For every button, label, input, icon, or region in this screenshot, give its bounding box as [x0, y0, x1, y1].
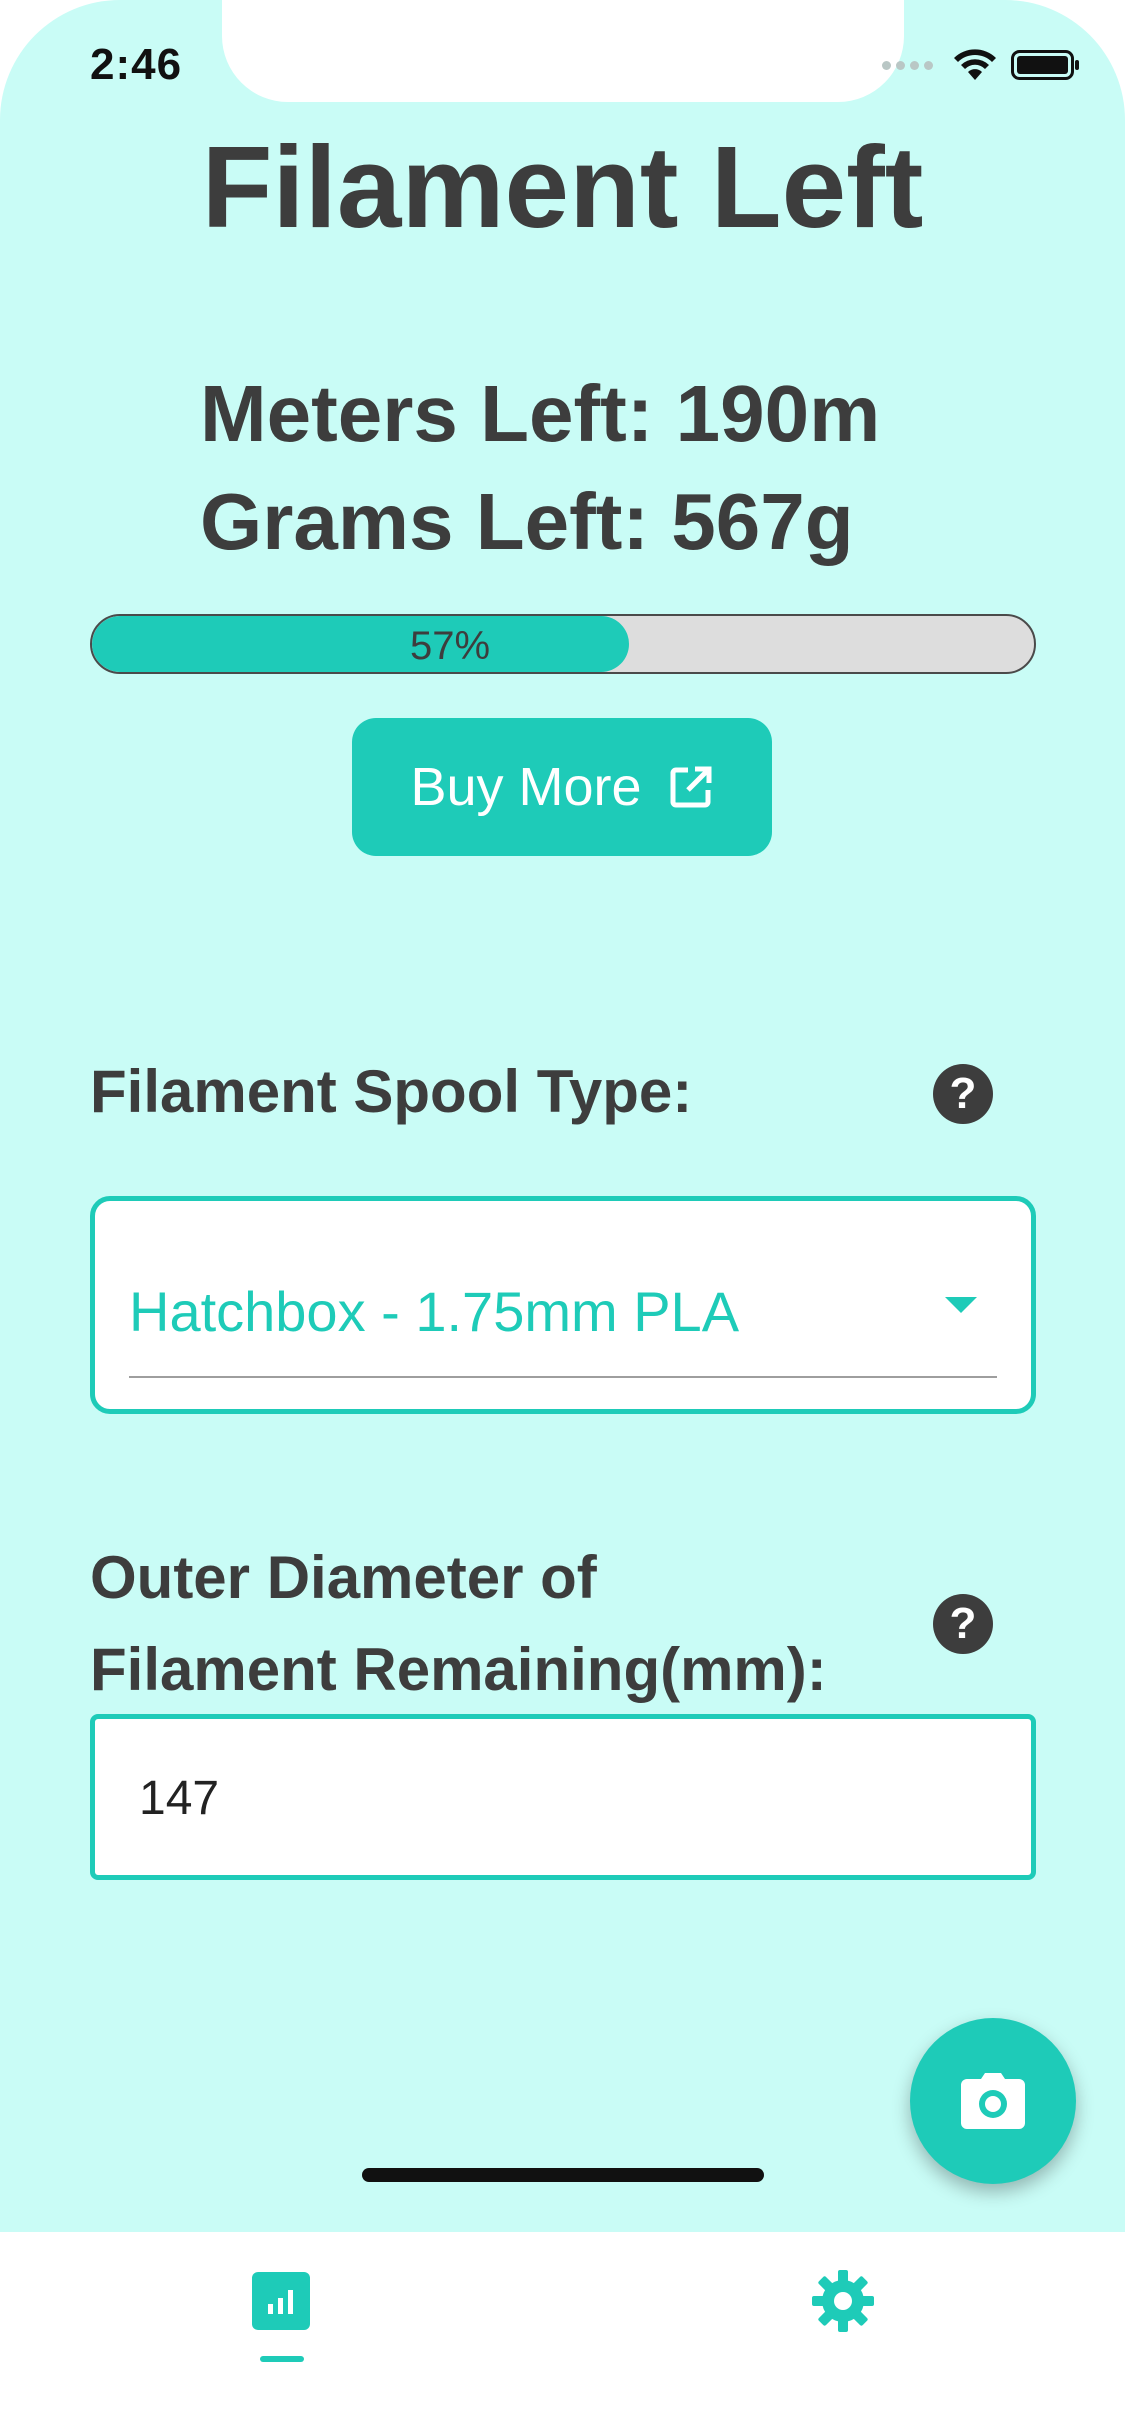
spool-type-select[interactable]: Hatchbox - 1.75mm PLA	[90, 1196, 1036, 1414]
outer-diameter-input[interactable]: 147	[90, 1714, 1036, 1880]
meters-left-text: Meters Left: 190m	[200, 369, 881, 458]
outer-diameter-value: 147	[139, 1772, 220, 1825]
buy-more-button[interactable]: Buy More	[352, 718, 772, 856]
status-time: 2:46	[90, 40, 183, 89]
external-link-icon	[670, 766, 712, 808]
filament-progress-bar: 57%	[90, 614, 1036, 674]
active-tab-indicator	[260, 2356, 304, 2362]
outer-diameter-label-line1: Outer Diameter of	[90, 1544, 597, 1611]
dropdown-arrow-icon	[945, 1297, 977, 1313]
status-icons	[882, 48, 1081, 82]
page-title: Filament Left	[201, 122, 924, 252]
device-notch	[222, 0, 904, 102]
grams-left-text: Grams Left: 567g	[200, 477, 854, 566]
buy-more-label: Buy More	[410, 757, 642, 817]
progress-fill	[92, 616, 629, 672]
camera-icon	[961, 2073, 1025, 2129]
home-indicator	[362, 2168, 764, 2182]
progress-percent-text: 57%	[410, 624, 491, 668]
outer-diameter-help-icon[interactable]: ?	[933, 1594, 993, 1654]
cellular-signal-icon	[882, 60, 933, 70]
spool-type-label: Filament Spool Type:	[90, 1058, 693, 1125]
outer-diameter-label-line2: Filament Remaining(mm):	[90, 1636, 827, 1703]
gear-icon[interactable]	[810, 2268, 876, 2334]
battery-icon	[1011, 50, 1079, 80]
stats-tab-icon[interactable]	[252, 2272, 310, 2330]
camera-button[interactable]	[910, 2018, 1076, 2184]
stats-icon	[268, 2290, 293, 2314]
spool-type-help-icon[interactable]: ?	[933, 1064, 993, 1124]
bottom-tab-bar	[0, 2232, 1125, 2436]
select-underline	[129, 1376, 997, 1378]
spool-type-selected-value: Hatchbox - 1.75mm PLA	[129, 1280, 740, 1343]
wifi-icon	[954, 49, 996, 80]
app-screen: 2:46 Filament Left Meters Left: 190m Gra…	[0, 0, 1125, 2232]
